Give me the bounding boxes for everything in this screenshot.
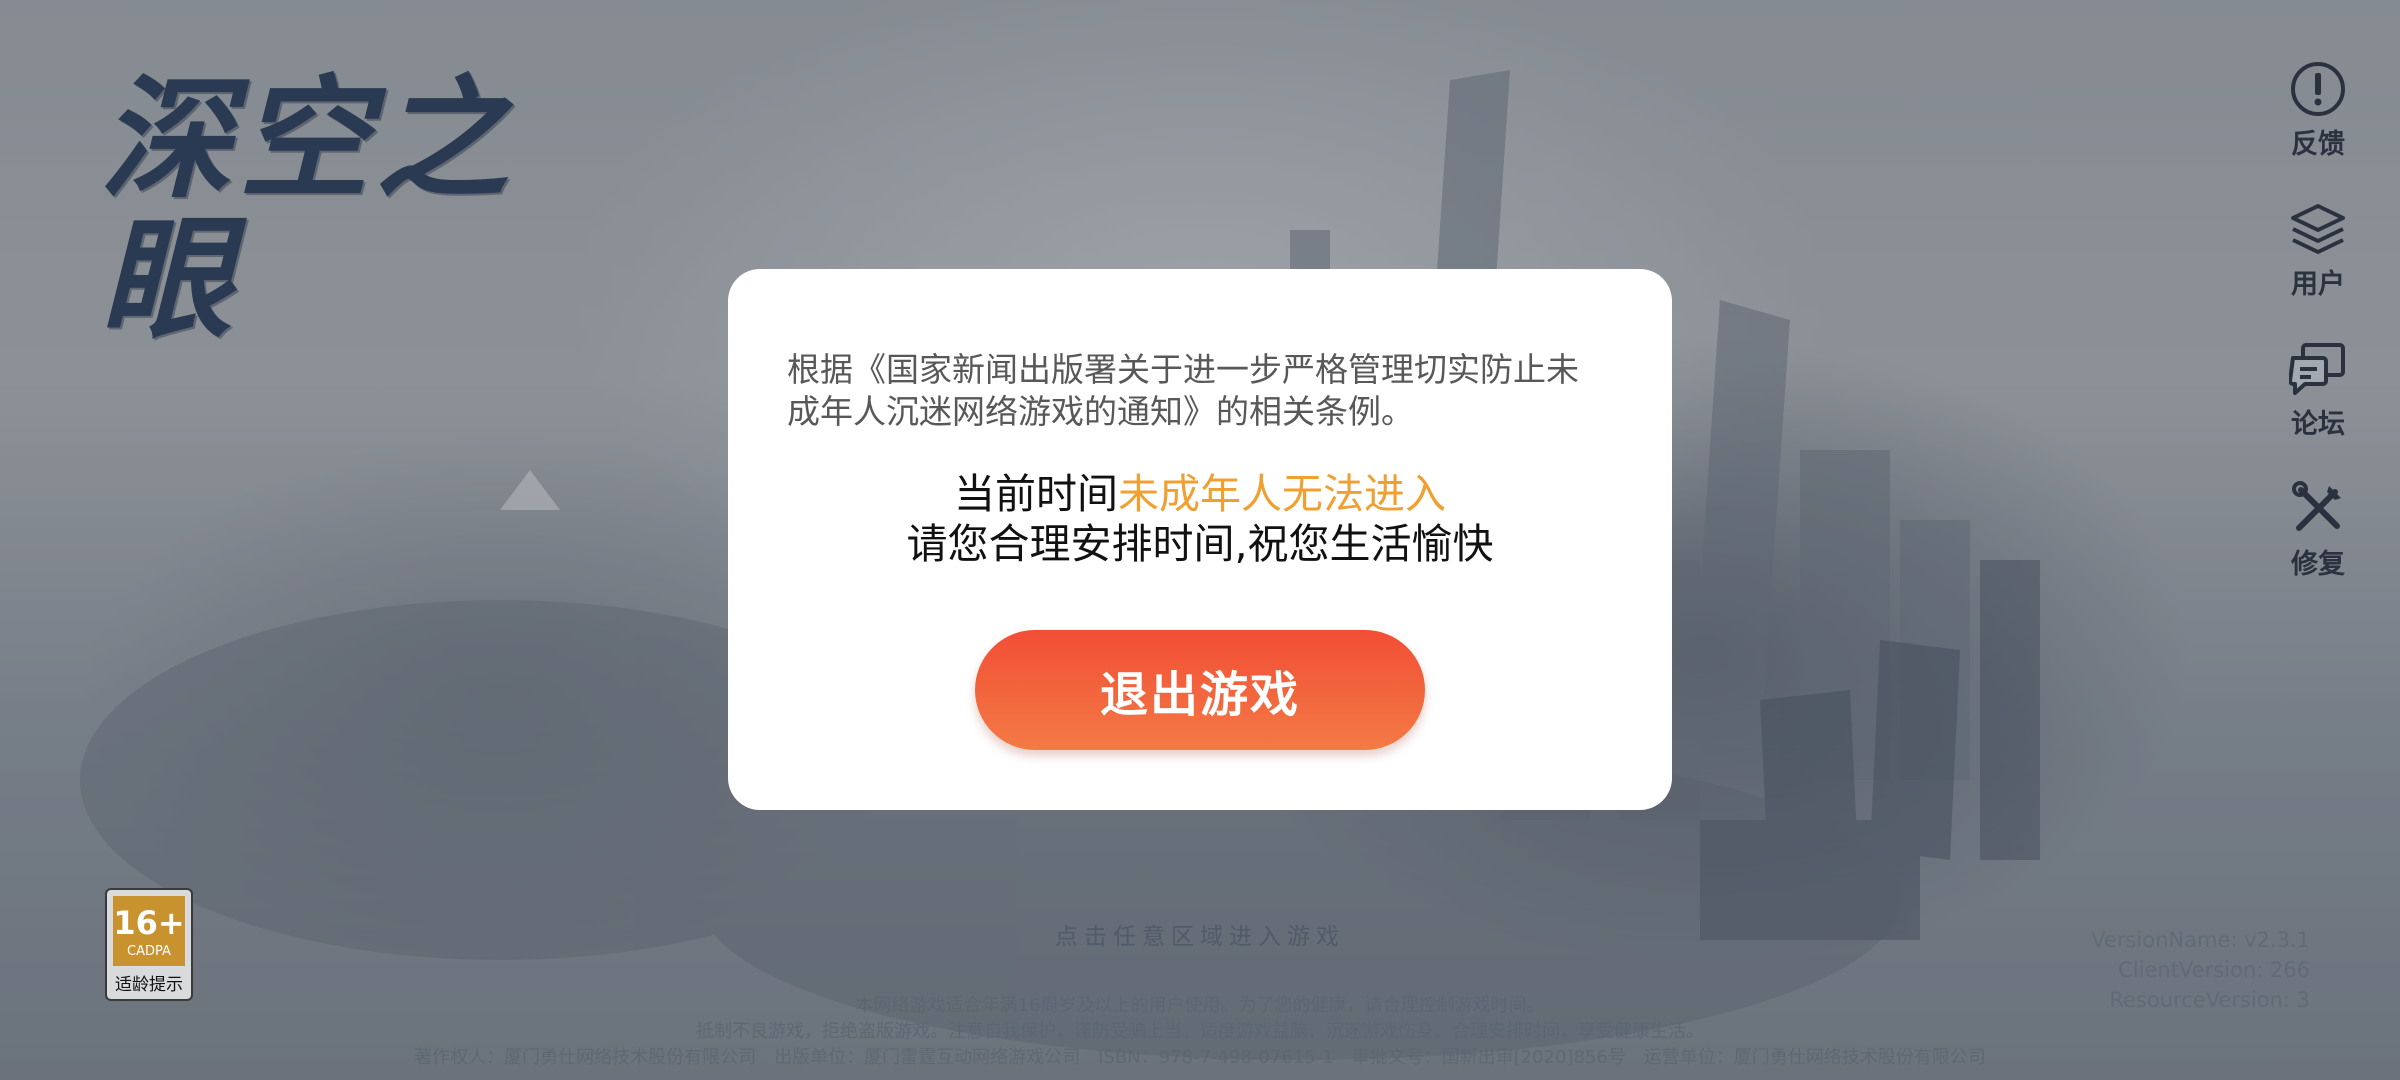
forum-label: 论坛	[2291, 409, 2345, 440]
feedback-label: 反馈	[2291, 129, 2345, 160]
client-version: ClientVersion: 266	[2118, 958, 2310, 982]
status-line-2: 请您合理安排时间,祝您生活愉快	[906, 520, 1494, 568]
status-highlight: 未成年人无法进入	[1118, 470, 1446, 518]
status-message: 当前时间未成年人无法进入 请您合理安排时间,祝您生活愉快	[728, 469, 1672, 569]
side-menu: 反馈 用户 论坛 修复	[2268, 60, 2368, 620]
footer-line-1: 本网络游戏适合年满16周岁及以上的用户使用。为了您的健康，请合理控制游戏时间。	[855, 995, 1545, 1016]
tools-icon	[2292, 481, 2341, 531]
exit-game-button[interactable]: 退出游戏	[975, 630, 1425, 750]
footer-line-2: 抵制不良游戏，拒绝盗版游戏。注意自我保护，谨防受骗上当。适度游戏益脑，沉迷游戏伤…	[696, 1021, 1704, 1042]
status-prefix: 当前时间	[954, 470, 1118, 518]
repair-button[interactable]: 修复	[2268, 480, 2368, 620]
footer-line-3: 著作权人：厦门勇仕网络技术股份有限公司 出版单位：厦门雷霆互动网络游戏公司 IS…	[414, 1047, 1986, 1068]
user-label: 用户	[2291, 269, 2345, 300]
logo-text: 深空之眼	[100, 63, 514, 357]
minor-restriction-dialog: 根据《国家新闻出版署关于进一步严格管理切实防止未成年人沉迷网络游戏的通知》的相关…	[728, 269, 1672, 810]
resource-version: ResourceVersion: 3	[2109, 988, 2310, 1012]
user-button[interactable]: 用户	[2268, 200, 2368, 340]
feedback-button[interactable]: 反馈	[2268, 60, 2368, 200]
layers-icon	[2291, 204, 2345, 254]
version-info: VersionName: v2.3.1 ClientVersion: 266 R…	[2091, 925, 2310, 1015]
regulation-notice: 根据《国家新闻出版署关于进一步严格管理切实防止未成年人沉迷网络游戏的通知》的相关…	[787, 350, 1579, 431]
exclamation-circle-icon	[2291, 62, 2345, 116]
version-name: VersionName: v2.3.1	[2091, 928, 2310, 952]
chat-bubbles-icon	[2289, 343, 2345, 395]
forum-button[interactable]: 论坛	[2268, 340, 2368, 480]
status-line-1: 当前时间未成年人无法进入	[728, 469, 1672, 519]
game-logo: 深空之眼	[90, 70, 590, 350]
repair-label: 修复	[2291, 549, 2345, 580]
tap-to-enter-hint: 点击任意区域进入游戏	[1055, 924, 1345, 950]
